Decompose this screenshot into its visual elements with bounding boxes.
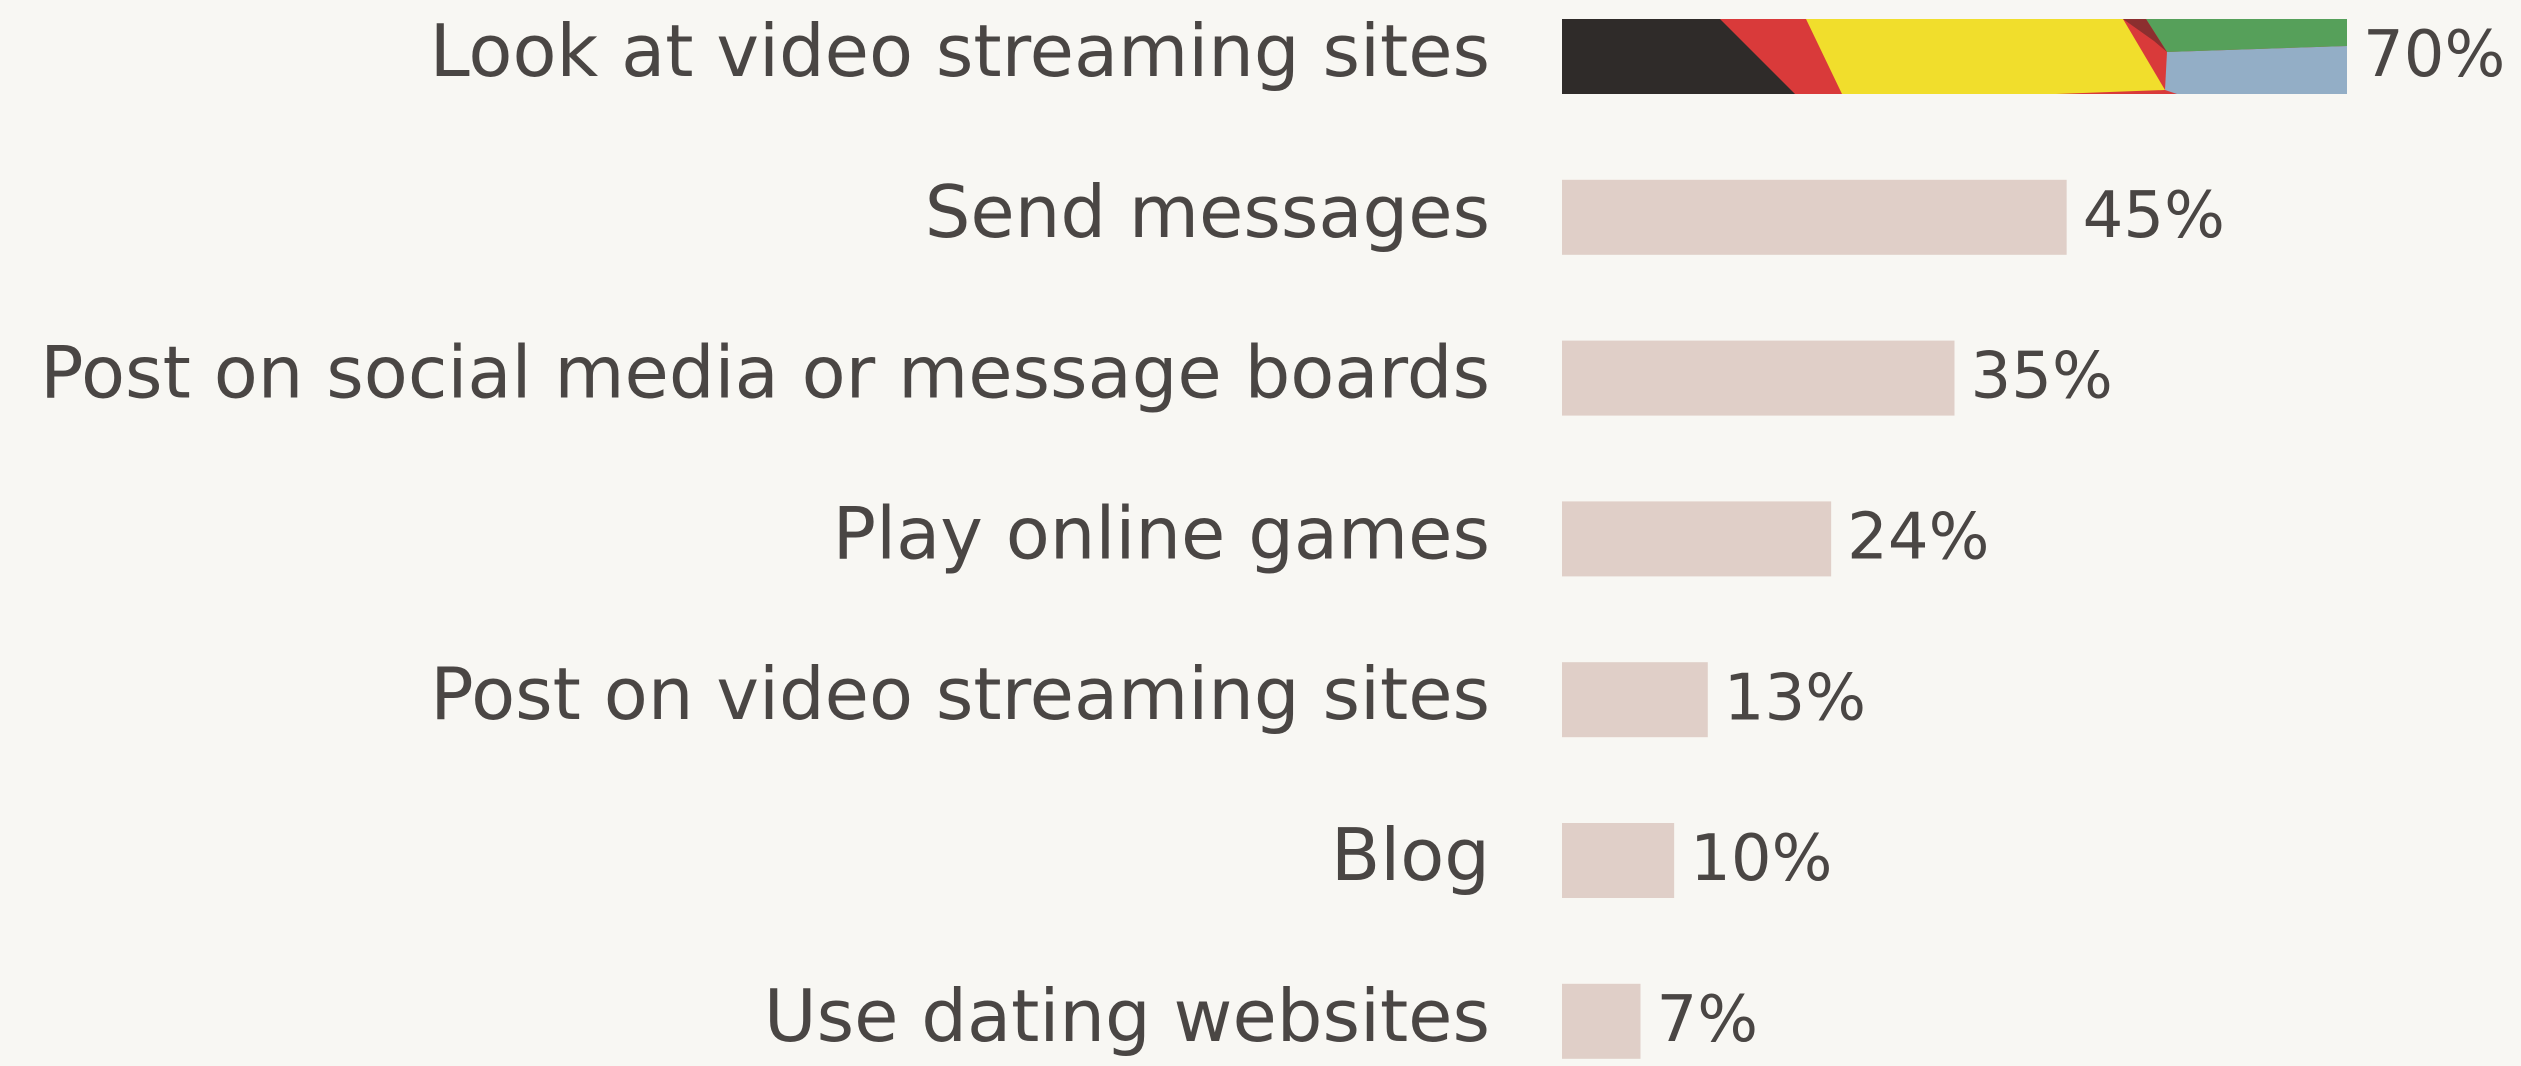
bar bbox=[1562, 983, 1641, 1059]
category-label: Use dating websites bbox=[764, 974, 1490, 1058]
category-label: Blog bbox=[1331, 813, 1490, 897]
value-label: 35% bbox=[1971, 340, 2113, 414]
category-label: Send messages bbox=[925, 170, 1490, 254]
category-label: Play online games bbox=[833, 491, 1490, 575]
value-label: 13% bbox=[1724, 661, 1866, 735]
bar bbox=[1562, 662, 1708, 738]
category-labels: Look at video streaming sites Send messag… bbox=[40, 9, 1490, 1058]
category-label: Post on social media or message boards bbox=[40, 331, 1490, 415]
value-label: 45% bbox=[2083, 179, 2225, 253]
value-label: 10% bbox=[1690, 822, 1832, 896]
bar bbox=[1562, 501, 1832, 577]
category-label: Look at video streaming sites bbox=[430, 9, 1490, 93]
bar-segment bbox=[1806, 19, 2165, 94]
bar-segment bbox=[2165, 46, 2347, 94]
value-label: 24% bbox=[1847, 500, 1989, 574]
bar-chart: Look at video streaming sites Send messag… bbox=[40, 9, 2505, 1059]
bar bbox=[1562, 823, 1675, 898]
category-label: Post on video streaming sites bbox=[430, 652, 1490, 736]
bar bbox=[1562, 340, 1955, 416]
value-label: 7% bbox=[1657, 983, 1759, 1057]
bar-highlight bbox=[1562, 19, 2347, 94]
bar bbox=[1562, 179, 2067, 255]
value-label: 70% bbox=[2363, 18, 2505, 92]
